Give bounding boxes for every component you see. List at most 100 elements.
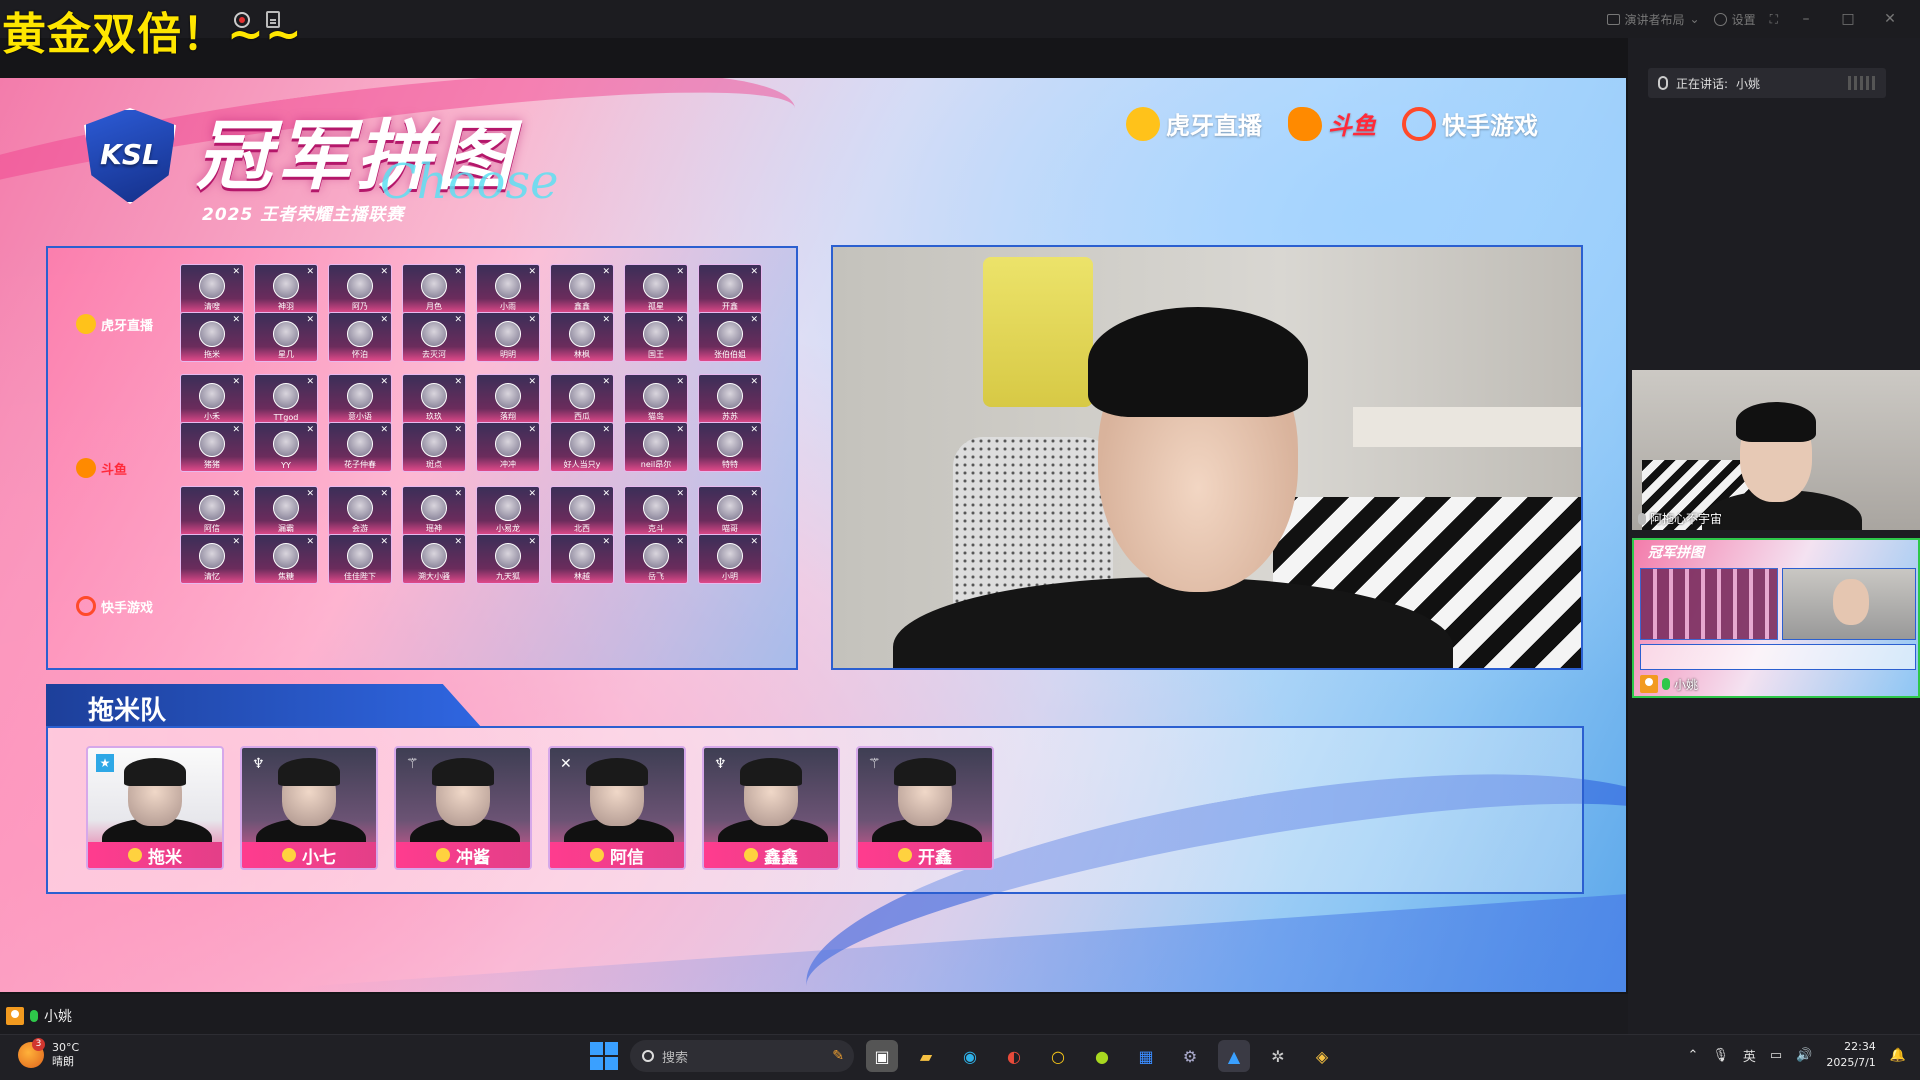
player-tile[interactable]: ✕ 西瓜 <box>550 374 614 424</box>
microphone-icon[interactable]: 🎙 <box>1712 1048 1729 1063</box>
steam-icon[interactable]: ⚙ <box>1174 1040 1206 1072</box>
player-name: 佳佳陛下 <box>344 572 376 581</box>
chevron-up-icon[interactable]: ⌃ <box>1687 1048 1698 1063</box>
player-tile[interactable]: ✕ YY <box>254 422 318 472</box>
player-tile[interactable]: ✕ 阿乃 <box>328 264 392 314</box>
player-tile[interactable]: ✕ 清嗖 <box>180 264 244 314</box>
player-tile[interactable]: ✕ 花子仲春 <box>328 422 392 472</box>
notification-bell-icon[interactable]: 🔔 <box>1890 1048 1906 1063</box>
player-tile[interactable]: ✕ 九天狐 <box>476 534 540 584</box>
role-icon: ✕ <box>232 425 240 435</box>
player-tile[interactable]: ✕ 漏霸 <box>254 486 318 536</box>
player-tile[interactable]: ✕ 猪猪 <box>180 422 244 472</box>
player-name: 冲酱 <box>456 847 490 868</box>
player-name: 特特 <box>722 460 738 469</box>
player-tile[interactable]: ✕ 月色 <box>402 264 466 314</box>
player-tile[interactable]: ✕ 神羽 <box>254 264 318 314</box>
platform-icon <box>898 848 912 862</box>
taskbar-search[interactable]: 搜索 ✎ <box>630 1040 854 1072</box>
minimize-button[interactable]: – <box>1792 11 1820 27</box>
player-name: 星几 <box>278 350 294 359</box>
player-tile[interactable]: ✕ 小易龙 <box>476 486 540 536</box>
player-tile[interactable]: ✕ 玖玖 <box>402 374 466 424</box>
player-tile[interactable]: ✕ 猫岛 <box>624 374 688 424</box>
maximize-button[interactable]: □ <box>1834 11 1862 27</box>
player-tile[interactable]: ✕ 喵哥 <box>698 486 762 536</box>
player-tile[interactable]: ✕ 明明 <box>476 312 540 362</box>
player-name: 鑫鑫 <box>764 847 798 868</box>
player-tile[interactable]: ✕ 佳佳陛下 <box>328 534 392 584</box>
player-tile[interactable]: ✕ 小明 <box>698 534 762 584</box>
fullscreen-button[interactable]: ⛶ <box>1770 12 1778 27</box>
player-tile[interactable]: ✕ 小禾 <box>180 374 244 424</box>
player-name: YY <box>281 461 291 470</box>
player-tile[interactable]: ✕ 好人当只y <box>550 422 614 472</box>
weather-widget[interactable]: 3 30°C 晴朗 <box>18 1038 79 1069</box>
screen-share-thumbnail[interactable]: 冠军拼图 小姚 <box>1632 538 1920 698</box>
player-tile[interactable]: ✕ 焦糖 <box>254 534 318 584</box>
green-app-icon[interactable]: ● <box>1086 1040 1118 1072</box>
edge-icon[interactable]: ◉ <box>954 1040 986 1072</box>
volume-icon[interactable]: 🔊 <box>1796 1048 1812 1063</box>
player-tile[interactable]: ✕ 林枫 <box>550 312 614 362</box>
meeting-app-icon[interactable]: ▲ <box>1218 1040 1250 1072</box>
player-avatar <box>347 431 373 457</box>
team-player-card[interactable]: ♆ 鑫鑫 <box>702 746 840 870</box>
player-tile[interactable]: ✕ 鑫鑫 <box>550 264 614 314</box>
settings-icon[interactable]: ✲ <box>1262 1040 1294 1072</box>
close-button[interactable]: ✕ <box>1876 11 1904 27</box>
player-tile[interactable]: ✕ 苏苏 <box>698 374 762 424</box>
task-view-icon[interactable]: ▣ <box>866 1040 898 1072</box>
blue-app-icon[interactable]: ▦ <box>1130 1040 1162 1072</box>
player-tile[interactable]: ✕ 特特 <box>698 422 762 472</box>
network-icon[interactable]: ▭ <box>1770 1048 1782 1063</box>
participant-label: 小姚 <box>1640 675 1698 693</box>
file-explorer-icon[interactable]: ▰ <box>910 1040 942 1072</box>
player-tile[interactable]: ✕ 小雨 <box>476 264 540 314</box>
player-tile[interactable]: ✕ 开鑫 <box>698 264 762 314</box>
player-tile[interactable]: ✕ TTgod <box>254 374 318 424</box>
ime-indicator[interactable]: 英 <box>1743 1046 1756 1065</box>
player-tile[interactable]: ✕ 意小语 <box>328 374 392 424</box>
player-tile[interactable]: ✕ 林越 <box>550 534 614 584</box>
player-name: 北西 <box>574 524 590 533</box>
player-tile[interactable]: ✕ 怀泊 <box>328 312 392 362</box>
browser-icon[interactable]: ◐ <box>998 1040 1030 1072</box>
player-name: 林越 <box>574 572 590 581</box>
player-tile[interactable]: ✕ 克斗 <box>624 486 688 536</box>
player-tile[interactable]: ✕ 北西 <box>550 486 614 536</box>
player-tile[interactable]: ✕ 冲冲 <box>476 422 540 472</box>
player-avatar <box>421 273 447 299</box>
player-tile[interactable]: ✕ 瑶神 <box>402 486 466 536</box>
clock[interactable]: 22:34 2025/7/1 <box>1826 1039 1875 1071</box>
start-button[interactable] <box>590 1042 618 1070</box>
team-player-card[interactable]: ✕ 阿信 <box>548 746 686 870</box>
team-player-card[interactable]: ♆ 小七 <box>240 746 378 870</box>
player-tile[interactable]: ✕ 清忆 <box>180 534 244 584</box>
player-tile[interactable]: ✕ 斑点 <box>402 422 466 472</box>
player-tile[interactable]: ✕ neil昂尔 <box>624 422 688 472</box>
player-tile[interactable]: ✕ 张伯伯姐 <box>698 312 762 362</box>
player-tile[interactable]: ✕ 孤星 <box>624 264 688 314</box>
player-tile[interactable]: ✕ 落翔 <box>476 374 540 424</box>
player-pool-grid: 虎牙直播 斗鱼 快手游戏 ✕ 清嗖 ✕ 神羽 ✕ 阿乃 ✕ 月色 ✕ 小雨 ✕ 鑫鑫 ✕ 孤星 ✕ 开鑫 ✕ 拖米… <box>46 246 798 670</box>
audio-wave-icon <box>1848 76 1876 90</box>
player-tile[interactable]: ✕ 溯大小骚 <box>402 534 466 584</box>
yellow-circle-icon[interactable]: ○ <box>1042 1040 1074 1072</box>
player-tile[interactable]: ✕ 星几 <box>254 312 318 362</box>
owl-app-icon[interactable]: ◈ <box>1306 1040 1338 1072</box>
player-tile[interactable]: ✕ 去灭河 <box>402 312 466 362</box>
player-tile[interactable]: ✕ 国王 <box>624 312 688 362</box>
player-tile[interactable]: ✕ 拖米 <box>180 312 244 362</box>
player-tile[interactable]: ✕ 岳飞 <box>624 534 688 584</box>
team-player-card[interactable]: ★ 拖米 <box>86 746 224 870</box>
player-tile[interactable]: ✕ 会游 <box>328 486 392 536</box>
participant-video-thumbnail[interactable]: 阿拖心不宇宙 <box>1632 370 1920 530</box>
settings-button[interactable]: 设置 <box>1713 11 1756 28</box>
player-name: 怀泊 <box>352 350 368 359</box>
role-icon: ✕ <box>750 377 758 387</box>
team-player-card[interactable]: ⚚ 开鑫 <box>856 746 994 870</box>
layout-button[interactable]: 演讲者布局 ⌄ <box>1606 11 1700 28</box>
player-tile[interactable]: ✕ 阿信 <box>180 486 244 536</box>
team-player-card[interactable]: ⚚ 冲酱 <box>394 746 532 870</box>
